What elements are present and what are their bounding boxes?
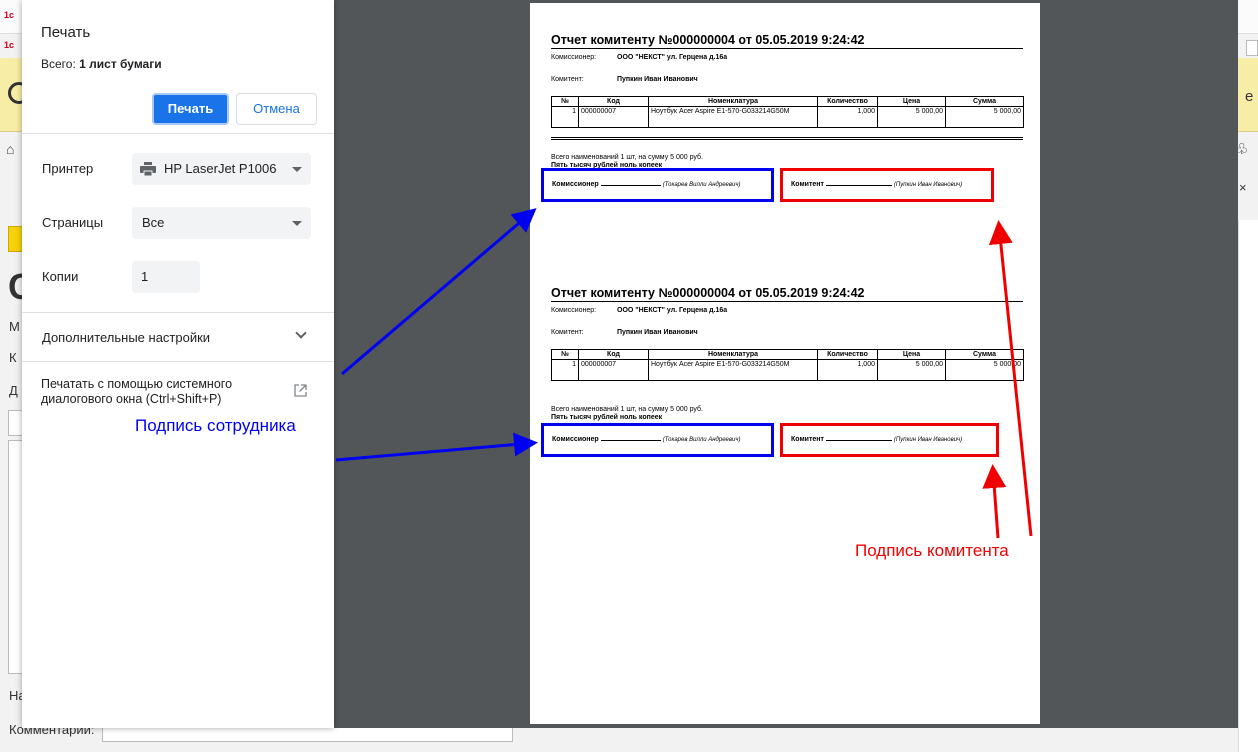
arrow-to-committent-1 bbox=[988, 220, 1033, 537]
arrow-to-committent-2 bbox=[982, 464, 1007, 539]
committent-signature-caption: Подпись комитента bbox=[855, 541, 1009, 560]
arrow-to-commissioner-2 bbox=[335, 432, 538, 462]
arrow-to-commissioner-1 bbox=[341, 208, 537, 376]
employee-signature-caption: Подпись сотрудника bbox=[135, 416, 296, 435]
annotation-arrows bbox=[335, 208, 1033, 539]
